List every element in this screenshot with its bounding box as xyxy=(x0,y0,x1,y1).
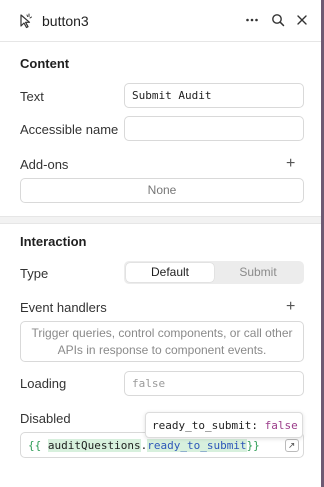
code-open-brace: {{ xyxy=(28,439,42,452)
code-close-brace: }} xyxy=(246,439,260,452)
add-addon-plus-icon[interactable]: + xyxy=(286,156,295,172)
type-segmented-control: Default Submit xyxy=(124,261,304,284)
inspector-header: button3 xyxy=(0,0,321,42)
addons-label: Add-ons xyxy=(20,157,69,172)
add-event-handler-plus-icon[interactable]: + xyxy=(286,299,295,315)
component-cursor-icon xyxy=(20,13,32,29)
search-icon[interactable] xyxy=(270,12,286,28)
tooltip-value: false xyxy=(264,419,298,432)
expand-editor-icon[interactable] xyxy=(285,439,299,452)
more-icon[interactable] xyxy=(244,12,260,28)
loading-label: Loading xyxy=(20,376,67,391)
interaction-section-title: Interaction xyxy=(20,234,87,249)
component-name[interactable]: button3 xyxy=(42,13,89,29)
text-label: Text xyxy=(20,89,44,104)
code-object: auditQuestions xyxy=(47,439,141,452)
close-icon[interactable] xyxy=(294,12,310,28)
accessible-name-label: Accessible name xyxy=(20,122,119,137)
addons-none-box[interactable]: None xyxy=(20,178,304,203)
section-divider xyxy=(0,216,321,224)
content-section-title: Content xyxy=(20,56,70,71)
evaluated-value-tooltip: ready_to_submit: false xyxy=(145,412,303,438)
loading-input[interactable]: false xyxy=(124,371,304,396)
event-handlers-label: Event handlers xyxy=(20,300,107,315)
type-option-default[interactable]: Default xyxy=(126,263,214,282)
event-handlers-empty-state[interactable]: Trigger queries, control components, or … xyxy=(20,321,304,362)
accessible-name-input[interactable] xyxy=(124,116,304,141)
tooltip-key: ready_to_submit: xyxy=(152,419,258,432)
code-property: ready_to_submit xyxy=(147,439,247,452)
type-option-submit[interactable]: Submit xyxy=(214,263,302,282)
text-input[interactable]: Submit Audit xyxy=(124,83,304,108)
type-label: Type xyxy=(20,266,49,281)
disabled-label: Disabled xyxy=(20,411,71,426)
